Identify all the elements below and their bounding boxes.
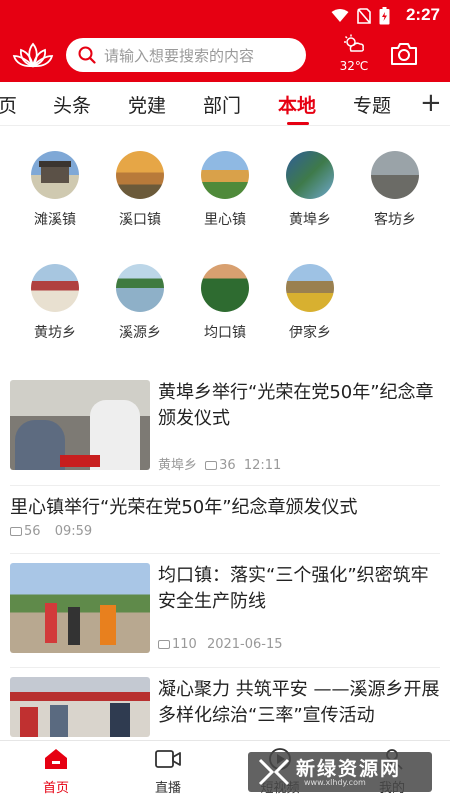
town-item[interactable]: 黄坊乡 bbox=[20, 264, 90, 342]
add-channel-icon[interactable]: + bbox=[420, 88, 442, 118]
news-meta: 56 09:59 bbox=[10, 524, 92, 539]
news-title: 黄埠乡举行“光荣在党50年”纪念章颁发仪式 bbox=[158, 382, 434, 429]
tab-previous[interactable]: 页 bbox=[0, 91, 17, 118]
temperature: 32℃ bbox=[339, 59, 369, 73]
active-tab-indicator bbox=[287, 122, 309, 125]
news-item[interactable]: 黄埠乡举行“光荣在党50年”纪念章颁发仪式 黄埠乡 36 12:11 bbox=[10, 380, 440, 473]
tab-headlines[interactable]: 头条 bbox=[53, 91, 91, 118]
news-title: 均口镇：落实“三个强化”织密筑牢安全生产防线 bbox=[158, 565, 429, 612]
comment-icon bbox=[205, 461, 218, 470]
news-item[interactable]: 凝心聚力 共筑平安 ——溪源乡开展多样化综治“三率”宣传活动 bbox=[10, 677, 440, 737]
news-thumbnail bbox=[10, 380, 150, 470]
news-title: 里心镇举行“光荣在党50年”纪念章颁发仪式 bbox=[10, 497, 358, 518]
channel-tabs: 页 头条 党建 部门 本地 专题 + bbox=[0, 82, 450, 126]
town-item[interactable]: 黄埠乡 bbox=[275, 151, 345, 229]
town-photo bbox=[31, 264, 79, 312]
news-time: 12:11 bbox=[243, 458, 282, 473]
town-photo bbox=[201, 151, 249, 199]
town-photo bbox=[116, 151, 164, 199]
town-item[interactable]: 里心镇 bbox=[190, 151, 260, 229]
comment-icon bbox=[158, 640, 170, 649]
town-name: 滩溪镇 bbox=[34, 212, 76, 228]
nav-home[interactable]: 首页 bbox=[21, 747, 91, 796]
search-icon bbox=[78, 46, 96, 64]
nav-label: 首页 bbox=[42, 781, 69, 796]
town-name: 黄坊乡 bbox=[34, 325, 76, 341]
status-icons bbox=[331, 7, 390, 25]
town-item[interactable]: 客坊乡 bbox=[360, 151, 430, 229]
lotus-logo-icon[interactable] bbox=[12, 40, 54, 70]
news-meta: 黄埠乡 36 12:11 bbox=[158, 454, 281, 473]
tab-topics[interactable]: 专题 bbox=[353, 91, 391, 118]
comment-count: 36 bbox=[219, 458, 236, 473]
watermark-url: www.xlhdy.com bbox=[304, 778, 366, 787]
news-item[interactable]: 均口镇：落实“三个强化”织密筑牢安全生产防线 110 2021-06-15 bbox=[10, 563, 440, 655]
news-thumbnail bbox=[10, 677, 150, 737]
town-name: 溪口镇 bbox=[119, 212, 161, 228]
tab-departments[interactable]: 部门 bbox=[203, 91, 241, 118]
town-photo bbox=[371, 151, 419, 199]
town-photo bbox=[286, 151, 334, 199]
town-name: 伊家乡 bbox=[289, 325, 331, 341]
nav-live[interactable]: 直播 bbox=[133, 747, 203, 796]
wifi-icon bbox=[331, 9, 349, 22]
no-sim-icon bbox=[357, 8, 371, 24]
news-title: 凝心聚力 共筑平安 ——溪源乡开展多样化综治“三率”宣传活动 bbox=[158, 679, 440, 726]
divider bbox=[10, 553, 440, 554]
battery-icon bbox=[379, 7, 390, 25]
comment-icon bbox=[10, 527, 22, 536]
news-time: 2021-06-15 bbox=[206, 637, 283, 652]
video-camera-icon bbox=[155, 750, 181, 768]
town-photo bbox=[31, 151, 79, 199]
news-source: 黄埠乡 bbox=[158, 458, 198, 473]
partly-cloudy-icon bbox=[344, 34, 364, 52]
app-header: 2:27 请输入想要搜索的内容 32℃ bbox=[0, 0, 450, 82]
town-name: 客坊乡 bbox=[374, 212, 416, 228]
status-bar: 2:27 bbox=[0, 0, 450, 28]
weather-widget[interactable]: 32℃ bbox=[334, 34, 374, 73]
app-screen: 2:27 请输入想要搜索的内容 32℃ 页 头条 党建 部门 本地 专题 + 滩… bbox=[0, 0, 450, 800]
news-thumbnail bbox=[10, 563, 150, 653]
news-time: 09:59 bbox=[54, 524, 93, 539]
town-item[interactable]: 均口镇 bbox=[190, 264, 260, 342]
tab-party-building[interactable]: 党建 bbox=[128, 91, 166, 118]
town-item[interactable]: 溪口镇 bbox=[105, 151, 175, 229]
news-meta: 110 2021-06-15 bbox=[158, 637, 283, 652]
watermark-text: 新绿资源网 bbox=[296, 758, 402, 780]
watermark-logo-icon bbox=[258, 758, 290, 786]
town-item[interactable]: 溪源乡 bbox=[105, 264, 175, 342]
top-bar: 请输入想要搜索的内容 32℃ bbox=[0, 34, 450, 78]
nav-label: 直播 bbox=[154, 781, 181, 796]
news-item[interactable]: 里心镇举行“光荣在党50年”纪念章颁发仪式 56 09:59 bbox=[10, 495, 440, 545]
status-time: 2:27 bbox=[405, 5, 440, 24]
home-icon bbox=[45, 749, 67, 769]
tab-local[interactable]: 本地 bbox=[278, 91, 316, 118]
town-photo bbox=[201, 264, 249, 312]
divider bbox=[10, 667, 440, 668]
town-name: 黄埠乡 bbox=[289, 212, 331, 228]
search-bar[interactable]: 请输入想要搜索的内容 bbox=[66, 38, 306, 72]
search-placeholder: 请输入想要搜索的内容 bbox=[104, 46, 255, 65]
camera-icon[interactable] bbox=[390, 42, 418, 66]
town-photo bbox=[286, 264, 334, 312]
watermark: 新绿资源网 www.xlhdy.com bbox=[248, 752, 432, 792]
town-item[interactable]: 伊家乡 bbox=[275, 264, 345, 342]
divider bbox=[10, 485, 440, 486]
town-name: 溪源乡 bbox=[119, 325, 161, 341]
town-photo bbox=[116, 264, 164, 312]
town-item[interactable]: 滩溪镇 bbox=[20, 151, 90, 229]
comment-count: 56 bbox=[24, 524, 41, 539]
town-name: 均口镇 bbox=[204, 325, 246, 341]
town-name: 里心镇 bbox=[204, 212, 246, 228]
comment-count: 110 bbox=[172, 637, 197, 652]
